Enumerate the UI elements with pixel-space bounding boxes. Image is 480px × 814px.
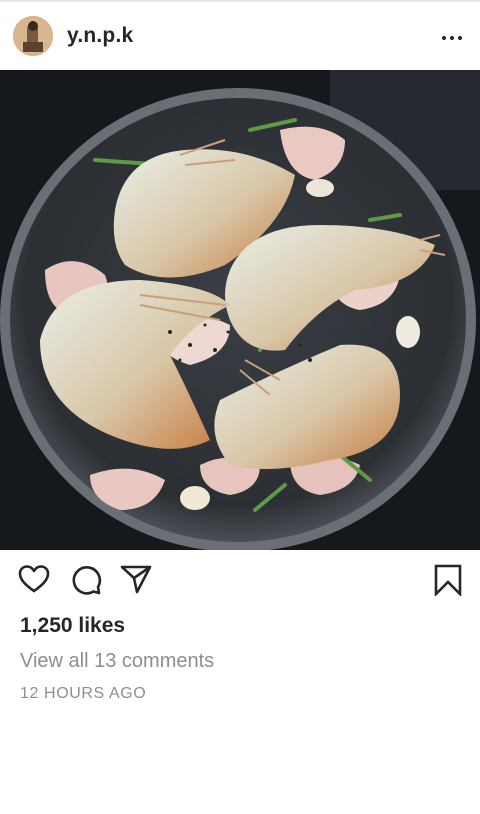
post-header: y.n.p.k — [0, 2, 480, 70]
comment-bubble-icon[interactable] — [70, 564, 102, 596]
view-comments-link[interactable]: View all 13 comments — [20, 650, 214, 673]
avatar[interactable] — [13, 16, 53, 56]
likes-count[interactable]: 1,250 likes — [20, 614, 125, 638]
post-image[interactable] — [0, 70, 480, 550]
bookmark-icon[interactable] — [434, 564, 462, 598]
more-options-icon[interactable] — [440, 36, 464, 42]
heart-icon[interactable] — [18, 564, 50, 594]
post-timestamp: 12 HOURS AGO — [20, 685, 147, 702]
paper-plane-icon[interactable] — [120, 564, 152, 594]
username[interactable]: y.n.p.k — [67, 24, 133, 48]
action-bar — [0, 556, 480, 606]
